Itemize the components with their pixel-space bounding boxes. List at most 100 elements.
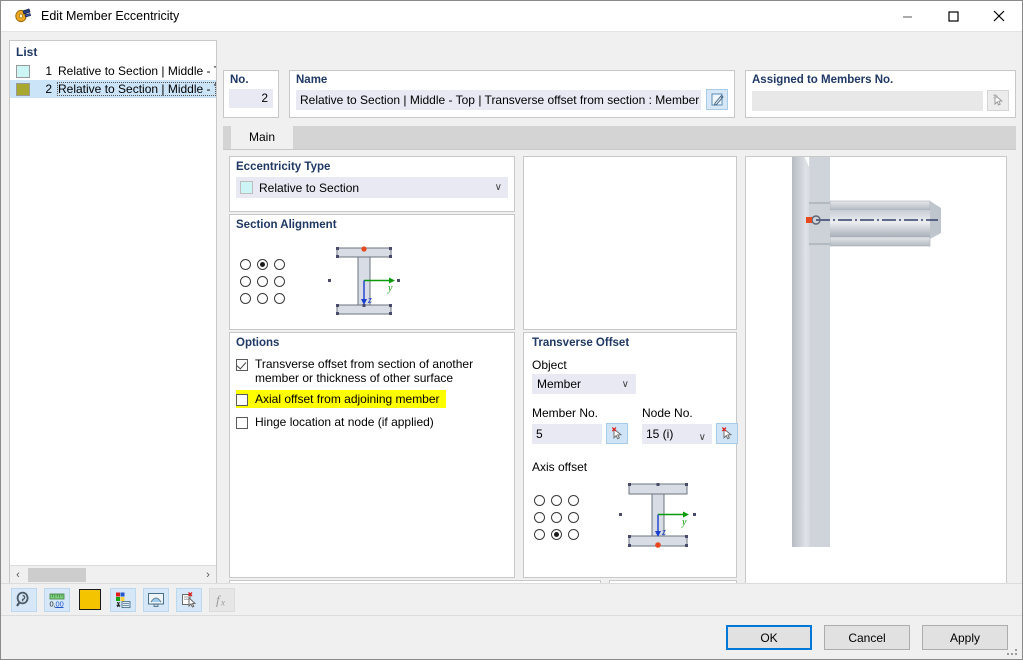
pick-members-icon[interactable] [987, 90, 1009, 111]
color-swatch[interactable] [79, 589, 101, 610]
list-item[interactable]: 2 Relative to Section | Middle - To [10, 80, 216, 98]
option-transverse-offset[interactable]: Transverse offset from section of anothe… [236, 355, 514, 387]
list-panel: List 1 Relative to Section | Middle - To… [9, 40, 217, 614]
axis-radio-7[interactable] [551, 529, 562, 540]
view-button[interactable] [143, 587, 169, 612]
scroll-track[interactable] [26, 566, 200, 583]
axis-offset-radio-grid[interactable] [532, 493, 583, 544]
options-group: Options Transverse offset from section o… [229, 332, 515, 578]
list-item-color-swatch [16, 82, 30, 96]
pick-clear-button[interactable] [176, 587, 202, 612]
alignment-radio-1[interactable] [257, 259, 268, 270]
list-horizontal-scrollbar[interactable]: ‹ › [10, 565, 216, 583]
color-button[interactable] [77, 588, 103, 612]
axis-y-label: y [387, 283, 393, 294]
resize-grip-icon[interactable] [1007, 645, 1019, 657]
option-hinge-location[interactable]: Hinge location at node (if applied) [236, 413, 514, 431]
name-group: Name Relative to Section | Middle - Top … [289, 70, 735, 118]
close-button[interactable] [976, 1, 1022, 32]
name-row: Relative to Section | Middle - Top | Tra… [296, 89, 728, 110]
object-label: Object [532, 358, 567, 372]
alignment-radio-7[interactable] [257, 293, 268, 304]
ok-button[interactable]: OK [726, 625, 812, 650]
display-properties-button[interactable] [110, 587, 136, 612]
section-alignment-preview: y z [315, 239, 415, 326]
pick-member-icon[interactable] [606, 423, 628, 444]
scroll-left-icon[interactable]: ‹ [10, 569, 26, 581]
cancel-button[interactable]: Cancel [824, 625, 910, 650]
member-no-label: Member No. [532, 406, 599, 420]
axis-radio-3[interactable] [534, 512, 545, 523]
axis-radio-5[interactable] [568, 512, 579, 523]
edit-name-icon[interactable] [706, 89, 728, 110]
number-group: No. 2 [223, 70, 279, 118]
chevron-down-icon[interactable]: ∨ [622, 379, 629, 390]
name-input[interactable]: Relative to Section | Middle - Top | Tra… [296, 89, 701, 110]
eccentricity-type-value: Relative to Section [259, 180, 360, 195]
scroll-right-icon[interactable]: › [200, 569, 216, 581]
alignment-radio-3[interactable] [240, 276, 251, 287]
axis-radio-1[interactable] [551, 495, 562, 506]
option-label: Transverse offset from section of anothe… [255, 357, 474, 385]
node-no-combo[interactable]: 15 (i) ∨ [642, 423, 712, 444]
option-axial-offset[interactable]: Axial offset from adjoining member [236, 390, 446, 408]
list-rows: 1 Relative to Section | Middle - To 2 Re… [10, 62, 216, 565]
formula-button: f x [209, 587, 235, 612]
axis-radio-0[interactable] [534, 495, 545, 506]
list-item-number: 1 [45, 64, 52, 78]
option-label: Axial offset from adjoining member [255, 392, 440, 406]
minimize-button[interactable] [884, 1, 930, 32]
apply-button[interactable]: Apply [922, 625, 1008, 650]
app-icon [9, 7, 37, 25]
title-bar: Edit Member Eccentricity [1, 1, 1022, 32]
axis-radio-4[interactable] [551, 512, 562, 523]
section-alignment-label: Section Alignment [236, 219, 337, 231]
number-value[interactable]: 2 [229, 89, 273, 108]
alignment-radio-8[interactable] [274, 293, 285, 304]
assigned-members-label: Assigned to Members No. [752, 74, 894, 86]
model-preview-canvas[interactable] [746, 157, 1006, 625]
checkbox-icon[interactable] [236, 394, 248, 406]
axis-radio-6[interactable] [534, 529, 545, 540]
list-item-color-swatch [16, 64, 30, 78]
alignment-radio-5[interactable] [274, 276, 285, 287]
maximize-button[interactable] [930, 1, 976, 32]
axis-radio-8[interactable] [568, 529, 579, 540]
checkbox-icon[interactable] [236, 417, 248, 429]
eccentricity-type-swatch [240, 181, 253, 194]
pick-node-icon[interactable] [716, 423, 738, 444]
axis-radio-2[interactable] [568, 495, 579, 506]
axis-z-label: z [367, 295, 372, 306]
search-button[interactable] [11, 587, 37, 612]
eccentricity-type-combo[interactable]: Relative to Section ∨ [236, 177, 508, 198]
alignment-radio-6[interactable] [240, 293, 251, 304]
section-alignment-radio-grid[interactable] [238, 257, 289, 308]
alignment-radio-0[interactable] [240, 259, 251, 270]
transverse-offset-group: Transverse Offset Object Member ∨ Member… [523, 332, 738, 578]
assigned-members-input[interactable] [752, 90, 983, 111]
units-button[interactable]: 0, 00 [44, 587, 70, 612]
alignment-radio-4[interactable] [257, 276, 268, 287]
assigned-row [752, 90, 1009, 111]
tab-main[interactable]: Main [231, 125, 294, 149]
name-label: Name [296, 74, 328, 86]
member-no-input[interactable]: 5 [532, 423, 602, 444]
chevron-down-icon[interactable]: ∨ [699, 428, 706, 448]
option-label: Hinge location at node (if applied) [255, 415, 434, 429]
alignment-radio-2[interactable] [274, 259, 285, 270]
checkbox-icon[interactable] [236, 359, 248, 371]
list-item-label: Relative to Section | Middle - To [58, 64, 216, 78]
section-alignment-group: Section Alignment y z [229, 214, 515, 330]
chevron-down-icon[interactable]: ∨ [495, 182, 502, 193]
number-label: No. [230, 74, 249, 86]
dialog-footer: OK Cancel Apply [1, 615, 1022, 659]
list-item[interactable]: 1 Relative to Section | Middle - To [10, 62, 216, 80]
list-item-number: 2 [45, 82, 52, 96]
object-combo[interactable]: Member ∨ [532, 374, 636, 394]
axis-offset-label: Axis offset [532, 460, 588, 474]
bottom-toolbar: 0, 00 f x [1, 583, 1022, 615]
model-preview-panel[interactable] [745, 156, 1007, 626]
node-no-value: 15 (i) [646, 426, 674, 441]
scroll-thumb[interactable] [28, 567, 86, 582]
eccentricity-type-group: Eccentricity Type Relative to Section ∨ [229, 156, 515, 212]
